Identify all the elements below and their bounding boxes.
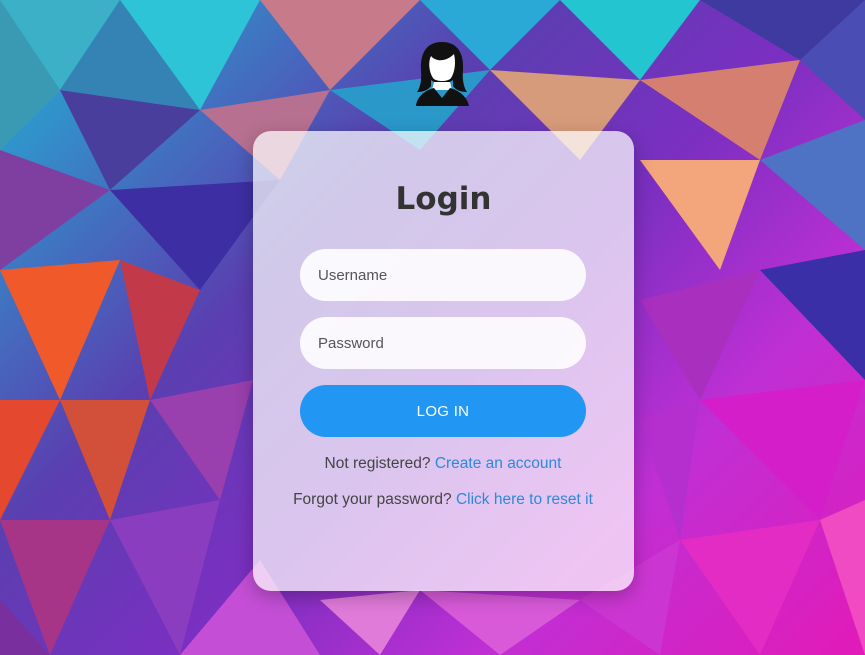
login-button[interactable]: LOG IN xyxy=(300,385,586,437)
reset-password-link[interactable]: Click here to reset it xyxy=(456,491,593,508)
create-account-link[interactable]: Create an account xyxy=(435,455,562,472)
login-card: Login LOG IN Not registered? Create an a… xyxy=(253,131,634,591)
username-field[interactable] xyxy=(300,249,586,301)
forgot-password-line: Forgot your password? Click here to rese… xyxy=(293,490,593,510)
login-title: Login xyxy=(395,181,492,217)
user-avatar-icon xyxy=(416,42,469,106)
password-field[interactable] xyxy=(300,317,586,369)
register-line: Not registered? Create an account xyxy=(293,454,593,474)
password-input[interactable] xyxy=(316,333,570,353)
forgot-prompt: Forgot your password? xyxy=(293,491,452,508)
register-prompt: Not registered? xyxy=(324,455,431,472)
username-input[interactable] xyxy=(316,265,570,285)
login-page: Login LOG IN Not registered? Create an a… xyxy=(0,0,865,655)
